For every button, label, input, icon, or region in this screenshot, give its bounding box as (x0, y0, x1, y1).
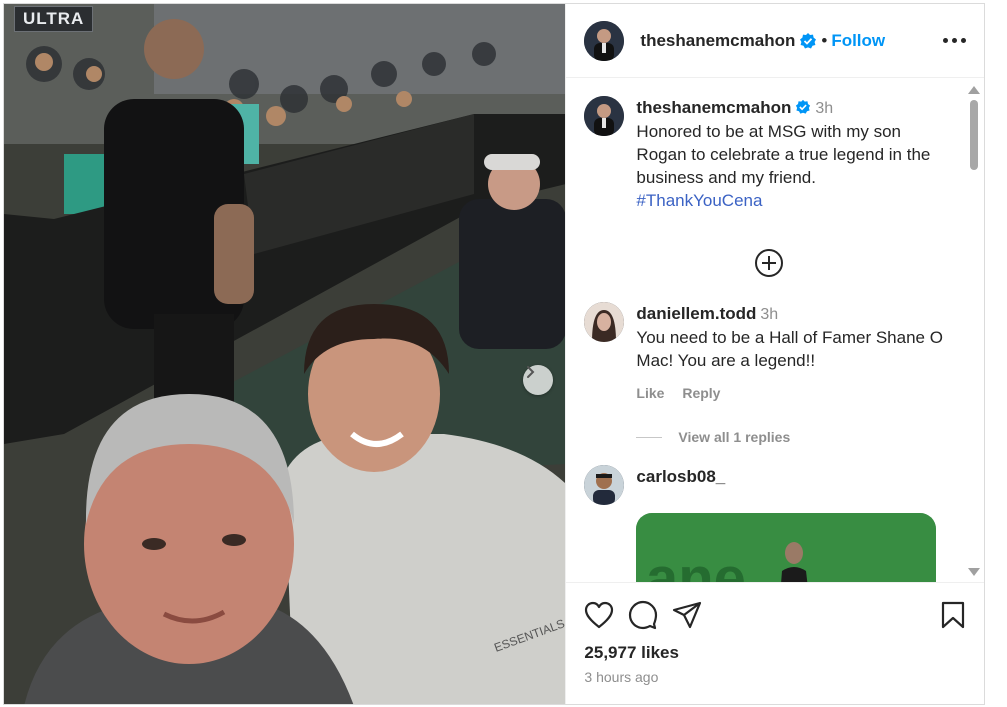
post-caption: theshanemcmahon 3h Honored to be at MSG … (584, 96, 954, 212)
comment-username[interactable]: carlosb08_ (636, 467, 725, 486)
follow-button[interactable]: Follow (831, 31, 885, 51)
comment-like-button[interactable]: Like (636, 385, 664, 401)
comment-item: carlosb08_ (584, 465, 954, 505)
scroll-thumb[interactable] (970, 100, 978, 170)
share-button[interactable] (672, 601, 702, 629)
share-icon (673, 601, 702, 629)
like-button[interactable] (584, 601, 614, 629)
post-footer: 25,977 likes 3 hours ago (566, 582, 984, 704)
action-bar (584, 595, 966, 635)
comment-reply-button[interactable]: Reply (682, 385, 720, 401)
caption-text: Honored to be at MSG with my son Rogan t… (636, 122, 931, 187)
plus-circle-icon (755, 249, 784, 277)
photo-illustration: ESSENTIALS (4, 4, 566, 704)
view-replies-button[interactable]: View all 1 replies (636, 429, 954, 445)
caption-text-block: theshanemcmahon 3h Honored to be at MSG … (636, 96, 954, 212)
commenter-avatar[interactable] (584, 465, 625, 505)
post-photo[interactable]: ESSENTIALS ULTRA (4, 4, 566, 704)
load-more-comments-button[interactable] (584, 248, 954, 278)
comment-username[interactable]: daniellem.todd (636, 304, 756, 323)
chevron-right-icon (527, 366, 535, 378)
comment-text: You need to be a Hall of Famer Shane O M… (636, 328, 943, 370)
post-dialog: ESSENTIALS ULTRA theshanemcmahon • Follo… (3, 3, 985, 705)
post-timestamp[interactable]: 3 hours ago (584, 669, 966, 685)
save-button[interactable] (940, 601, 966, 629)
caption-hashtag[interactable]: #ThankYouCena (636, 191, 762, 210)
more-options-icon[interactable] (943, 38, 966, 43)
comment-actions: Like Reply (636, 382, 954, 405)
comment-text-block: carlosb08_ (636, 465, 725, 505)
scroll-up-arrow[interactable] (968, 86, 980, 94)
post-header: theshanemcmahon • Follow (566, 4, 984, 78)
author-avatar[interactable] (584, 20, 625, 61)
comment-text-block: daniellem.todd 3h You need to be a Hall o… (636, 302, 954, 405)
replies-divider (636, 436, 663, 438)
verified-badge-icon (800, 32, 817, 48)
svg-text:ane: ane (646, 546, 746, 582)
view-replies-label: View all 1 replies (678, 429, 791, 445)
caption-avatar[interactable] (584, 96, 625, 136)
caption-time: 3h (815, 100, 834, 117)
caption-username[interactable]: theshanemcmahon (636, 98, 791, 117)
commenter-avatar[interactable] (584, 302, 625, 342)
comments-scrollbar[interactable] (968, 86, 980, 576)
comment-item: daniellem.todd 3h You need to be a Hall o… (584, 302, 954, 405)
heart-icon (585, 601, 614, 629)
like-count[interactable]: 25,977 likes (584, 643, 966, 663)
separator-dot: • (821, 30, 828, 50)
post-side-panel: theshanemcmahon • Follow theshanemcmahon… (565, 4, 984, 704)
verified-badge-icon (796, 99, 811, 114)
carousel-next-button[interactable] (523, 365, 553, 395)
comment-icon (629, 600, 658, 630)
scroll-down-arrow[interactable] (968, 568, 980, 576)
comment-time: 3h (760, 306, 779, 323)
ultra-sign: ULTRA (14, 6, 94, 32)
comment-image[interactable]: ane (636, 513, 937, 582)
author-username[interactable]: theshanemcmahon (640, 31, 795, 51)
comment-button[interactable] (628, 600, 658, 630)
bookmark-icon (941, 601, 965, 629)
comments-section: theshanemcmahon 3h Honored to be at MSG … (566, 78, 984, 582)
